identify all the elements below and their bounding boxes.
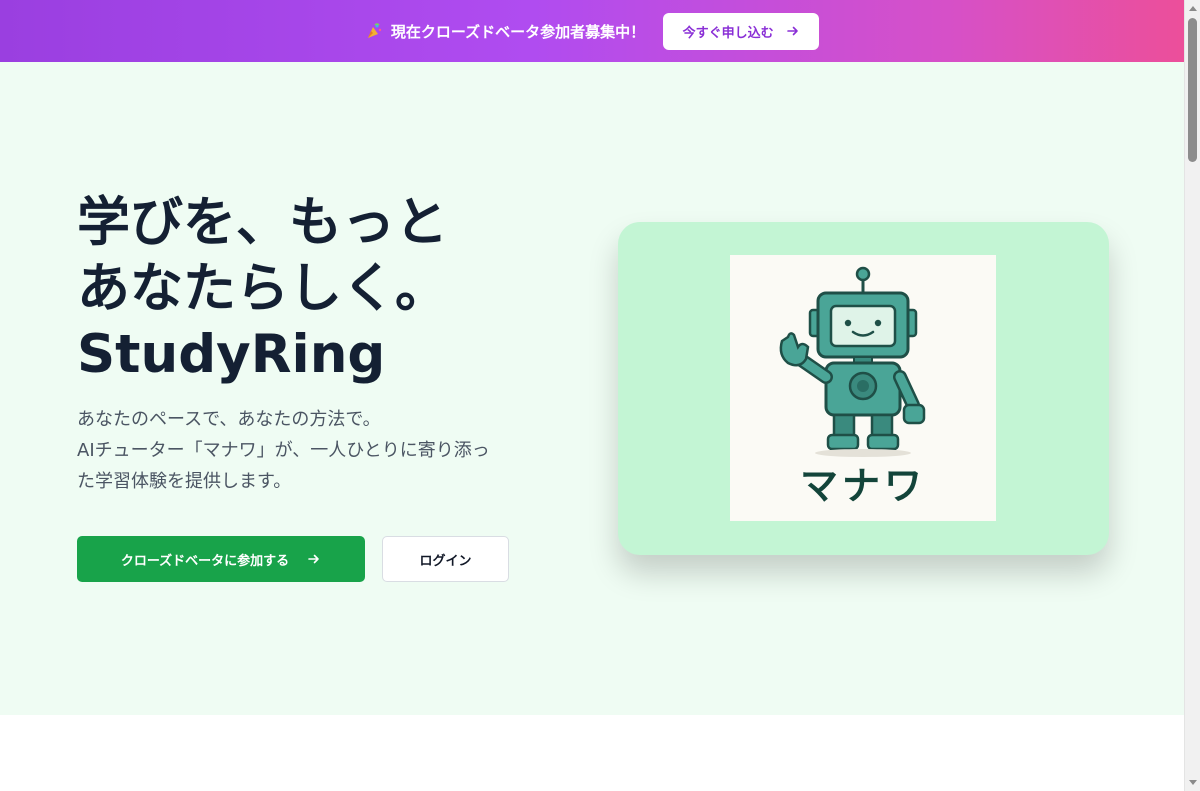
apply-now-button[interactable]: 今すぐ申し込む xyxy=(663,12,820,50)
subtext-line-2: AIチューター「マナワ」が、一人ひとりに寄り添っ xyxy=(77,440,490,461)
scroll-up-icon[interactable] xyxy=(1189,6,1197,11)
party-popper-icon xyxy=(367,23,382,38)
banner-text: 現在クローズドベータ参加者募集中！ xyxy=(390,22,646,41)
mascot-card: マナワ xyxy=(618,222,1109,555)
join-beta-button[interactable]: クローズドベータに参加する xyxy=(77,536,365,582)
headline-line-2: あなたらしく。 xyxy=(77,258,448,319)
headline-line-1: 学びを、もっと xyxy=(77,192,448,253)
apply-now-label: 今すぐ申し込む xyxy=(682,24,774,40)
mascot-name: マナワ xyxy=(799,464,926,508)
join-beta-label: クローズドベータに参加する xyxy=(120,552,290,568)
page-scrollbar[interactable] xyxy=(1184,0,1200,791)
hero-subtext: あなたのペースで、あなたの方法で。 AIチューター「マナワ」が、一人ひとりに寄り… xyxy=(77,404,567,497)
hero-headline: 学びを、もっと あなたらしく。 StudyRing xyxy=(77,190,597,388)
arrow-right-icon xyxy=(786,26,798,36)
scroll-thumb[interactable] xyxy=(1188,18,1197,162)
login-button[interactable]: ログイン xyxy=(382,536,509,582)
headline-line-3: StudyRing xyxy=(77,324,386,385)
arrow-right-icon xyxy=(308,554,319,564)
hero-section: 学びを、もっと あなたらしく。 StudyRing あなたのペースで、あなたの方… xyxy=(0,62,1184,715)
login-label: ログイン xyxy=(419,552,472,568)
next-section xyxy=(0,715,1184,791)
announcement-banner: 現在クローズドベータ参加者募集中！ 今すぐ申し込む xyxy=(0,0,1184,62)
subtext-line-1: あなたのペースで、あなたの方法で。 xyxy=(77,409,381,430)
banner-message: 現在クローズドベータ参加者募集中！ xyxy=(365,21,645,42)
mascot-image: マナワ xyxy=(730,255,996,521)
subtext-line-3: た学習体験を提供します。 xyxy=(77,471,292,492)
scroll-down-icon[interactable] xyxy=(1189,780,1197,785)
